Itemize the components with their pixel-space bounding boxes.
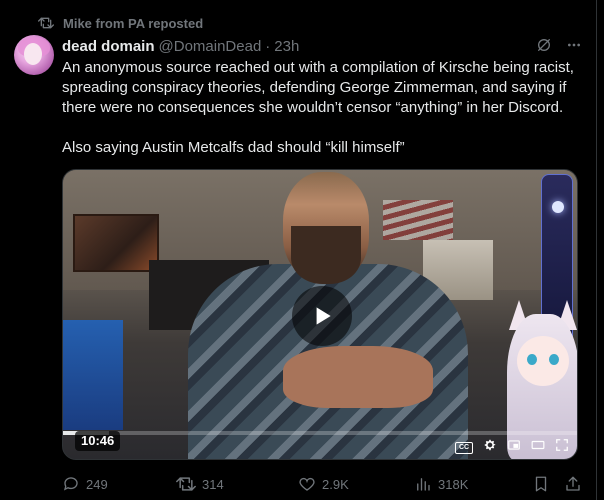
tweet-body: An anonymous source reached out with a c… — [62, 58, 592, 158]
theater-mode-icon[interactable] — [531, 438, 545, 457]
tweet-header-actions — [536, 37, 582, 58]
tweet-timestamp[interactable]: 23h — [274, 38, 299, 55]
wall-flag — [383, 200, 453, 240]
share-button[interactable] — [564, 475, 582, 493]
like-button[interactable]: 2.9K — [298, 475, 349, 493]
tweet-header: dead domain @DomainDead · 23h — [62, 36, 574, 56]
play-button[interactable] — [292, 286, 352, 346]
heart-icon — [299, 477, 315, 491]
repost-icon — [38, 16, 54, 30]
wall-poster — [73, 214, 159, 272]
header-separator: · — [265, 37, 271, 55]
avatar-face — [24, 43, 42, 65]
blue-box — [63, 320, 123, 430]
author-display-name[interactable]: dead domain — [62, 38, 155, 55]
streamer-hands — [283, 346, 433, 408]
vtuber-avatar — [503, 300, 577, 459]
share-icon — [566, 476, 580, 491]
reply-icon — [63, 477, 78, 491]
views-icon — [417, 478, 430, 491]
view-count: 318K — [438, 476, 469, 492]
author-avatar[interactable] — [14, 35, 54, 75]
reply-count: 249 — [86, 476, 108, 492]
author-handle[interactable]: @DomainDead — [159, 38, 262, 55]
grok-icon[interactable] — [536, 37, 552, 58]
bookmark-button[interactable] — [532, 475, 550, 493]
repost-header-text: Mike from PA reposted — [63, 15, 204, 31]
tweet-paragraph: An anonymous source reached out with a c… — [62, 59, 574, 116]
picture-in-picture-icon[interactable] — [507, 438, 521, 457]
more-options-icon[interactable] — [566, 37, 582, 58]
reply-button[interactable]: 249 — [62, 475, 108, 493]
repost-button[interactable]: 314 — [176, 475, 224, 493]
video-duration-badge: 10:46 — [75, 431, 121, 451]
like-count: 2.9K — [322, 476, 349, 492]
video-player[interactable]: 10:46 CC — [62, 169, 578, 460]
settings-gear-icon[interactable] — [483, 438, 497, 457]
streamer-beard — [291, 226, 361, 284]
closed-captions-icon[interactable]: CC — [455, 441, 473, 454]
tweet-action-bar: 249 314 2.9K 318K — [62, 474, 582, 494]
repost-count: 314 — [202, 476, 224, 492]
player-controls: CC — [455, 438, 569, 457]
play-icon — [316, 307, 331, 325]
views-button[interactable]: 318K — [414, 475, 468, 493]
timeline-column-border — [596, 0, 604, 500]
bookmark-icon — [535, 476, 547, 492]
tweet-paragraph: Also saying Austin Metcalfs dad should “… — [62, 139, 405, 156]
repost-icon — [176, 477, 196, 491]
repost-header[interactable]: Mike from PA reposted — [38, 14, 203, 32]
video-progress-bar[interactable] — [63, 431, 577, 435]
fullscreen-icon[interactable] — [555, 438, 569, 457]
